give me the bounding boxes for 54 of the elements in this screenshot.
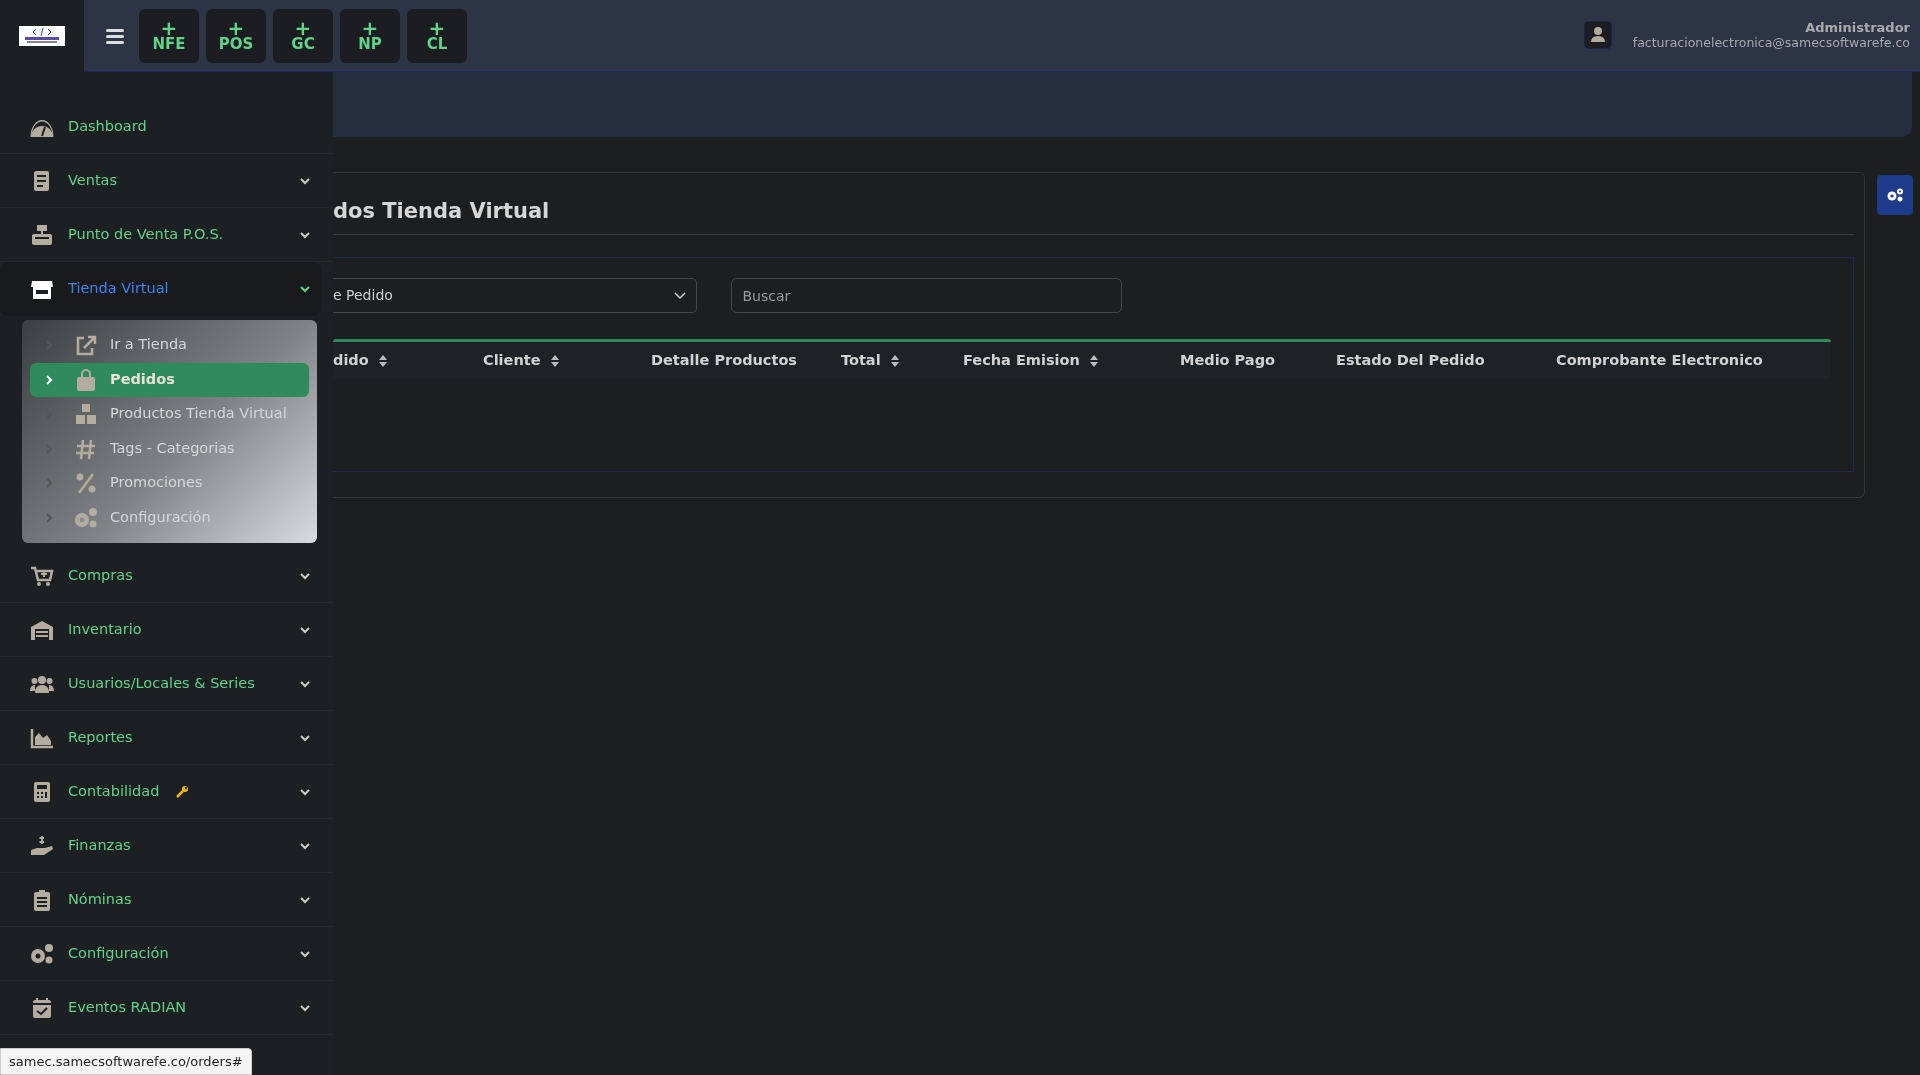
gears-icon bbox=[1886, 188, 1904, 202]
sidebar-item[interactable]: Reportes bbox=[0, 711, 333, 765]
sidebar-item[interactable]: Eventos RADIAN bbox=[0, 981, 333, 1035]
sidebar-item[interactable]: Inventario bbox=[0, 603, 333, 657]
user-name: Administrador bbox=[1804, 21, 1910, 36]
user-avatar-icon[interactable] bbox=[1583, 21, 1612, 50]
hand-coin-icon bbox=[30, 834, 54, 857]
chevron-right-icon bbox=[44, 477, 54, 490]
logo bbox=[19, 26, 65, 46]
hashtag-icon bbox=[74, 437, 98, 460]
chevron-right-icon bbox=[44, 511, 54, 524]
gears-icon bbox=[74, 506, 98, 529]
column-header[interactable]: Medio Pago bbox=[1180, 349, 1336, 372]
sidebar-item[interactable]: Dashboard bbox=[0, 100, 333, 154]
sidebar-item[interactable]: Tienda Virtual bbox=[0, 262, 321, 316]
gears-icon bbox=[30, 942, 54, 965]
column-header[interactable]: Fecha Emision bbox=[963, 349, 1180, 372]
order-filter-select[interactable]: e Pedido bbox=[333, 278, 697, 314]
area-chart-icon bbox=[30, 726, 54, 749]
sidebar-item[interactable]: Compras bbox=[0, 549, 333, 603]
sidebar-item[interactable]: Usuarios/Locales & Series bbox=[0, 657, 333, 711]
column-header[interactable]: Estado Del Pedido bbox=[1336, 349, 1556, 372]
cart-icon bbox=[30, 564, 54, 587]
sidebar-item[interactable]: Nóminas bbox=[0, 873, 333, 927]
user-email: facturacionelectronica@samecsoftwarefe.co bbox=[1632, 35, 1910, 50]
sidebar-item[interactable]: Ventas bbox=[0, 154, 333, 208]
percent-icon bbox=[74, 472, 98, 495]
cash-register-icon bbox=[30, 223, 54, 246]
column-header[interactable]: Detalle Productos bbox=[651, 349, 841, 372]
column-header[interactable]: Total bbox=[841, 349, 963, 372]
quick-add-button[interactable]: + POS bbox=[206, 8, 266, 63]
calendar-check-icon bbox=[30, 996, 54, 1019]
sidebar-item[interactable]: Finanzas bbox=[0, 819, 333, 873]
store-icon bbox=[30, 278, 54, 300]
quick-add-button[interactable]: + GC bbox=[273, 8, 333, 63]
sidebar-item[interactable]: Contabilidad bbox=[0, 765, 333, 819]
sidebar-item[interactable]: Configuración bbox=[0, 927, 333, 981]
column-header[interactable]: Cliente bbox=[483, 349, 651, 372]
submenu-item[interactable]: Ir a Tienda bbox=[30, 328, 309, 363]
external-link-icon bbox=[74, 334, 98, 357]
page-title: dos Tienda Virtual bbox=[333, 173, 1854, 236]
quick-add-button[interactable]: + CL bbox=[407, 8, 467, 63]
column-header[interactable]: dido bbox=[333, 349, 483, 372]
status-url: samec.samecsoftwarefe.co/orders# bbox=[0, 1047, 252, 1075]
quick-add-button[interactable]: + NP bbox=[340, 8, 400, 63]
search-field[interactable]: Buscar bbox=[731, 278, 1122, 314]
warehouse-icon bbox=[30, 618, 54, 641]
settings-button[interactable] bbox=[1877, 175, 1913, 215]
boxes-icon bbox=[74, 403, 98, 426]
shopping-bag-icon bbox=[74, 368, 98, 391]
quick-add-button[interactable]: + NFE bbox=[139, 8, 199, 63]
chevron-right-icon bbox=[44, 373, 54, 386]
chevron-down-icon bbox=[674, 291, 686, 300]
column-header[interactable]: Comprobante Electronico bbox=[1556, 349, 1786, 372]
